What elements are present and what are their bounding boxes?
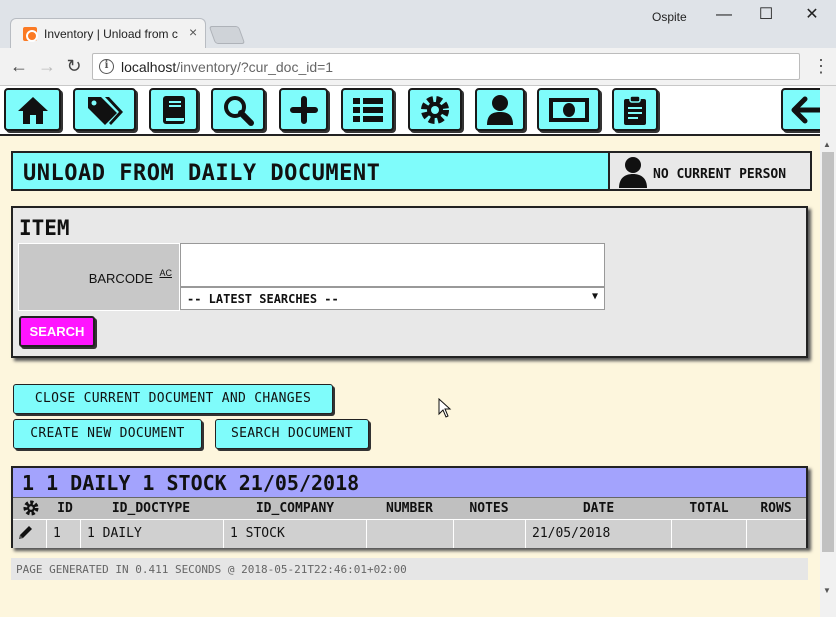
column-header-id-doctype[interactable]: ID_DOCTYPE [81,501,221,516]
cell-id: 1 [47,520,81,548]
back-button[interactable] [781,88,820,131]
url-path: /inventory/?cur_doc_id=1 [176,59,334,75]
catalog-button[interactable] [149,88,198,131]
profile-name[interactable]: Ospite [652,10,687,24]
current-person-label: NO CURRENT PERSON [653,167,787,182]
reload-icon[interactable]: ↻ [63,55,85,77]
url-text: localhost/inventory/?cur_doc_id=1 [121,59,333,75]
barcode-label-cell: BARCODE AC [18,243,180,311]
xampp-favicon-icon [23,27,38,42]
create-document-button[interactable]: CREATE NEW DOCUMENT [13,419,202,449]
list-button[interactable] [341,88,394,131]
home-button[interactable] [4,88,61,131]
column-header-id-company[interactable]: ID_COMPANY [225,501,365,516]
column-header-number[interactable]: NUMBER [367,501,452,516]
search-button[interactable]: SEARCH [19,316,95,347]
document-table-title: 1 1 DAILY 1 STOCK 21/05/2018 [13,468,806,498]
cell-total [672,520,747,548]
browser-menu-icon[interactable]: ⋮ [812,55,830,77]
user-icon [487,94,513,125]
maximize-icon[interactable]: ☐ [746,4,786,28]
search-toolbar-button[interactable] [211,88,265,131]
mouse-cursor-icon [438,398,452,418]
app-toolbar [0,86,820,136]
back-icon[interactable]: ← [8,55,30,77]
column-header-id[interactable]: ID [49,501,81,516]
cell-notes [454,520,526,548]
cell-rows [747,520,806,548]
current-person-box[interactable]: NO CURRENT PERSON [608,151,812,191]
barcode-label: BARCODE [88,271,153,286]
document-table: 1 1 DAILY 1 STOCK 21/05/2018 ID ID_DOCTY… [11,466,808,548]
money-button[interactable] [537,88,600,131]
list-icon [352,97,383,122]
item-panel-title: ITEM [19,216,70,240]
browser-tab[interactable]: Inventory | Unload from c × [10,18,206,48]
clipboard-button[interactable] [612,88,658,131]
book-icon [162,95,185,124]
page-scrollbar[interactable]: ▲ ▼ [820,86,836,617]
column-header-total[interactable]: TOTAL [672,501,746,516]
user-button[interactable] [475,88,525,131]
clipboard-icon [624,94,646,125]
gear-icon [421,95,449,124]
new-tab-button[interactable] [208,26,246,44]
person-icon [619,157,647,188]
table-header: ID ID_DOCTYPE ID_COMPANY NUMBER NOTES DA… [13,498,806,520]
home-icon [17,96,48,124]
plus-icon [289,95,318,124]
info-icon[interactable]: i [99,59,114,74]
column-header-date[interactable]: DATE [526,501,671,516]
close-document-button[interactable]: CLOSE CURRENT DOCUMENT AND CHANGES [13,384,333,414]
close-window-icon[interactable]: ✕ [792,4,832,28]
item-panel: ITEM BARCODE AC -- LATEST SEARCHES -- ▼ … [11,206,808,358]
column-header-notes[interactable]: NOTES [453,501,525,516]
barcode-input[interactable] [180,243,605,287]
scroll-down-icon[interactable]: ▼ [823,586,831,595]
cell-id-company: 1 STOCK [224,520,367,548]
cell-date: 21/05/2018 [526,520,672,548]
column-header-rows[interactable]: ROWS [747,501,805,516]
tags-icon [87,96,123,125]
table-settings-gear-icon[interactable] [23,500,39,520]
minimize-icon[interactable]: — [704,4,744,28]
tab-title: Inventory | Unload from c [44,27,178,41]
forward-icon[interactable]: → [36,55,58,77]
scroll-up-icon[interactable]: ▲ [823,140,831,149]
scrollbar-thumb[interactable] [822,152,834,552]
settings-button[interactable] [408,88,462,131]
search-document-button[interactable]: SEARCH DOCUMENT [215,419,369,449]
edit-pencil-icon[interactable] [13,520,47,548]
tags-button[interactable] [73,88,136,131]
url-input[interactable]: i localhost/inventory/?cur_doc_id=1 [92,53,800,80]
money-icon [548,97,589,122]
add-button[interactable] [279,88,328,131]
tab-close-icon[interactable]: × [189,24,197,40]
url-host: localhost [121,59,177,75]
latest-searches-value: -- LATEST SEARCHES -- [187,292,339,306]
page-footer: PAGE GENERATED IN 0.411 SECONDS @ 2018-0… [11,558,808,580]
page-header: UNLOAD FROM DAILY DOCUMENT NO CURRENT PE… [11,151,812,191]
latest-searches-select[interactable]: -- LATEST SEARCHES -- ▼ [180,287,605,310]
arrow-left-icon [791,96,820,123]
page-content: UNLOAD FROM DAILY DOCUMENT NO CURRENT PE… [0,86,820,617]
cell-id-doctype: 1 DAILY [81,520,224,548]
page-title: UNLOAD FROM DAILY DOCUMENT [23,161,381,186]
dropdown-caret-icon: ▼ [591,291,598,302]
browser-addressbar: ← → ↻ i localhost/inventory/?cur_doc_id=… [0,48,836,86]
search-icon [224,95,254,126]
cell-number [367,520,454,548]
barcode-ac-link[interactable]: AC [159,268,172,278]
table-row[interactable]: 1 1 DAILY 1 STOCK 21/05/2018 [13,520,806,548]
browser-titlebar: Inventory | Unload from c × Ospite — ☐ ✕ [0,0,836,48]
